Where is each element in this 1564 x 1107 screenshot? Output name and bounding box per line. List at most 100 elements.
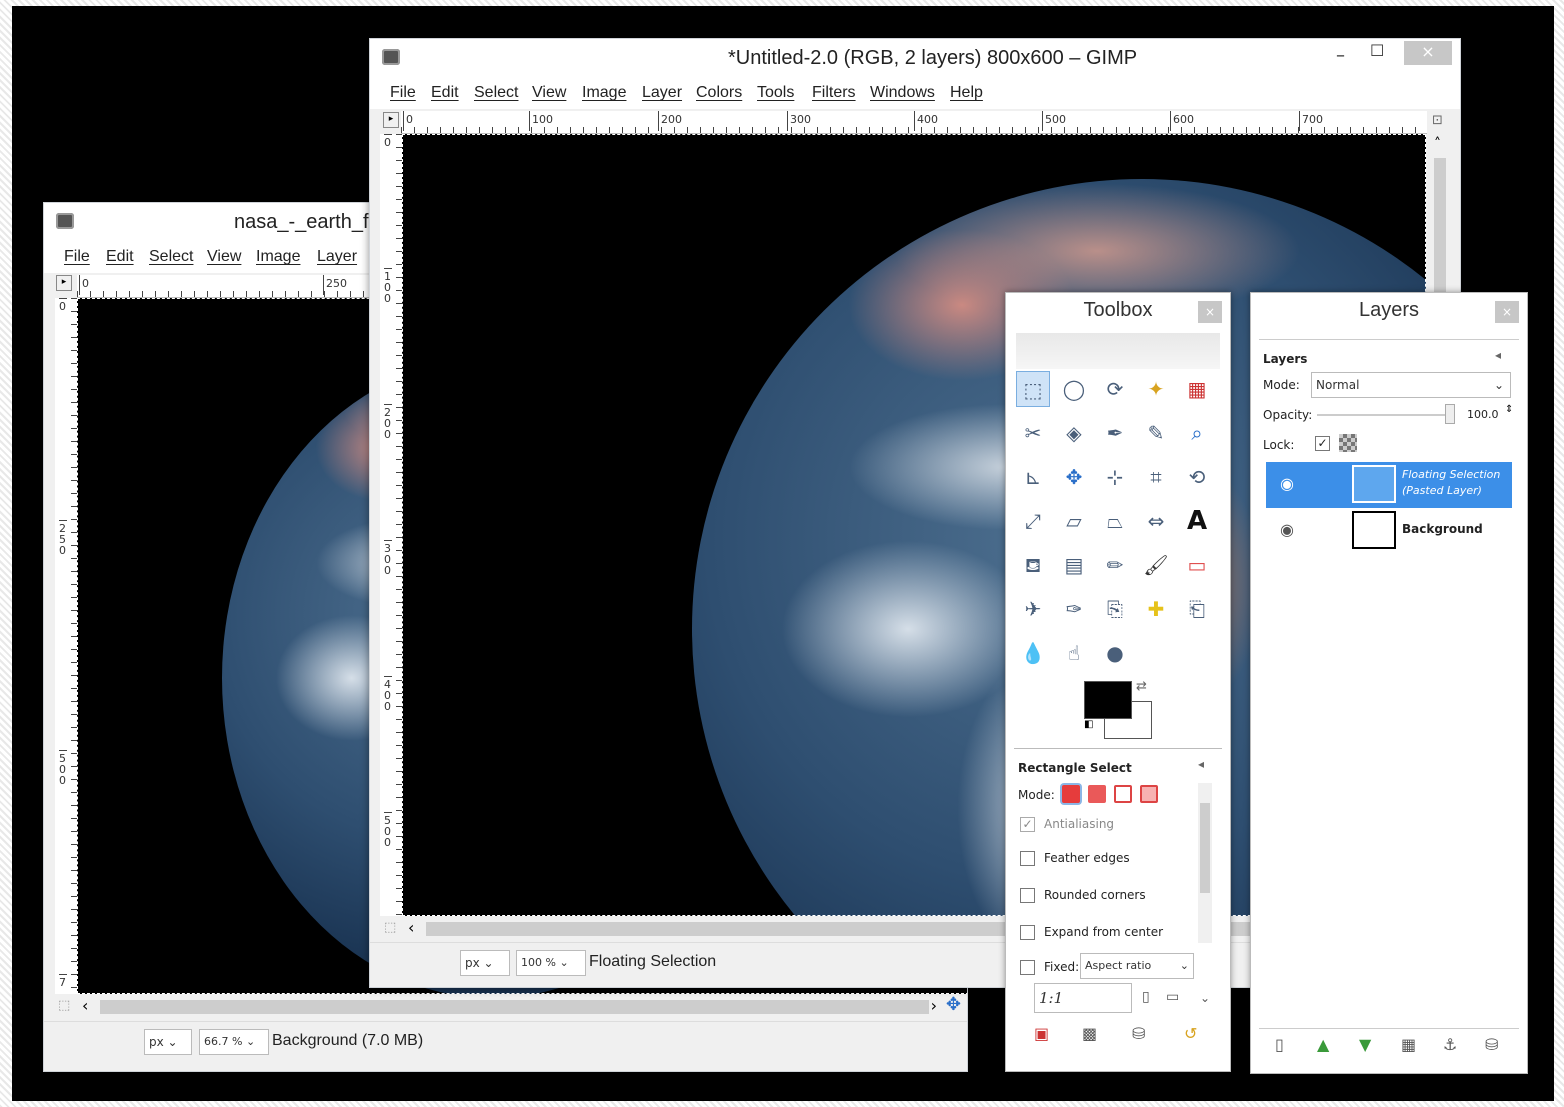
fixed-select[interactable]: Aspect ratio ⌄ — [1080, 953, 1194, 979]
reset-options-icon[interactable]: ↺ — [1184, 1024, 1197, 1043]
raise-layer-icon[interactable]: ▲ — [1317, 1035, 1329, 1054]
paths-tool-icon[interactable]: ✒ — [1098, 415, 1132, 451]
scroll-left-icon[interactable]: ‹ — [408, 918, 414, 937]
unit-select[interactable]: px ⌄ — [144, 1029, 192, 1055]
mode-intersect-button[interactable] — [1140, 785, 1158, 803]
scroll-up-icon[interactable]: ˄ — [1434, 136, 1441, 152]
titlebar[interactable]: *Untitled-2.0 (RGB, 2 layers) 800x600 – … — [370, 39, 1460, 77]
opacity-spin-icon[interactable]: ⇕ — [1505, 404, 1513, 415]
zoom-tool-icon[interactable]: ⌕ — [1180, 415, 1214, 451]
default-colors-icon[interactable]: ◧ — [1084, 719, 1093, 730]
close-button[interactable]: × — [1198, 301, 1222, 323]
menu-select[interactable]: Select — [474, 84, 518, 102]
duplicate-layer-icon[interactable]: ▦ — [1401, 1035, 1416, 1054]
close-button[interactable]: × — [1495, 301, 1519, 323]
layer-mode-select[interactable]: Normal ⌄ — [1311, 372, 1511, 398]
lock-pixels-checkbox[interactable]: ✓ — [1315, 436, 1330, 451]
delete-layer-icon[interactable]: ⛁ — [1485, 1035, 1498, 1054]
minimize-button[interactable]: – — [1336, 45, 1345, 66]
measure-tool-icon[interactable]: ⊾ — [1016, 459, 1050, 495]
rect-select-tool-icon[interactable]: ⬚ — [1016, 371, 1050, 407]
configure-tab-icon[interactable]: ◂ — [1198, 757, 1204, 771]
rounded-corners-checkbox[interactable] — [1020, 888, 1035, 903]
antialiasing-checkbox[interactable]: ✓ — [1020, 817, 1035, 832]
menu-colors[interactable]: Colors — [696, 84, 742, 102]
mode-add-button[interactable] — [1088, 785, 1106, 803]
navigate-icon[interactable]: ⬚ — [384, 920, 396, 935]
lower-layer-icon[interactable]: ▼ — [1359, 1035, 1371, 1054]
menu-windows[interactable]: Windows — [870, 84, 935, 102]
navigate-icon[interactable]: ⬚ — [58, 998, 70, 1013]
scissors-tool-icon[interactable]: ✂ — [1016, 415, 1050, 451]
pencil-tool-icon[interactable]: ✏ — [1098, 547, 1132, 583]
restore-options-icon[interactable]: ▩ — [1082, 1024, 1097, 1043]
opacity-slider-handle[interactable] — [1445, 404, 1455, 424]
color-select-tool-icon[interactable]: ▦ — [1180, 371, 1214, 407]
scroll-right-icon[interactable]: › — [931, 996, 937, 1015]
mode-replace-button[interactable] — [1062, 785, 1080, 803]
layer-row[interactable]: ◉ Floating Selection (Pasted Layer) — [1266, 462, 1512, 508]
menu-edit[interactable]: Edit — [431, 84, 459, 102]
options-scrollbar[interactable] — [1198, 783, 1212, 943]
shear-tool-icon[interactable]: ▱ — [1057, 503, 1091, 539]
portrait-icon[interactable]: ▯ — [1142, 989, 1150, 1005]
zoom-fit-icon[interactable]: ⊡ — [1432, 113, 1443, 128]
layer-name[interactable]: Floating Selection — [1402, 468, 1500, 481]
visibility-eye-icon[interactable]: ◉ — [1280, 520, 1294, 539]
dodge-burn-tool-icon[interactable]: ● — [1098, 635, 1132, 671]
perspective-tool-icon[interactable]: ⏢ — [1098, 503, 1132, 539]
mode-subtract-button[interactable] — [1114, 785, 1132, 803]
foreground-select-tool-icon[interactable]: ◈ — [1057, 415, 1091, 451]
options-scrollbar-thumb[interactable] — [1200, 803, 1210, 893]
swap-colors-icon[interactable]: ⇄ — [1136, 679, 1147, 694]
expand-from-center-checkbox[interactable] — [1020, 925, 1035, 940]
fuzzy-select-tool-icon[interactable]: ✦ — [1139, 371, 1173, 407]
lock-alpha-icon[interactable] — [1339, 434, 1357, 452]
text-tool-icon[interactable]: A — [1180, 503, 1214, 539]
menu-select[interactable]: Select — [149, 248, 193, 266]
close-button[interactable]: × — [1404, 41, 1452, 65]
ink-tool-icon[interactable]: ✑ — [1057, 591, 1091, 627]
blend-tool-icon[interactable]: ▤ — [1057, 547, 1091, 583]
free-select-tool-icon[interactable]: ⟳ — [1098, 371, 1132, 407]
smudge-tool-icon[interactable]: ☝ — [1057, 635, 1091, 671]
menu-layer[interactable]: Layer — [642, 84, 682, 102]
unit-select[interactable]: px ⌄ — [460, 950, 510, 976]
color-picker-tool-icon[interactable]: ✎ — [1139, 415, 1173, 451]
configure-tab-icon[interactable]: ◂ — [1495, 348, 1501, 362]
chevron-down-icon[interactable]: ⌄ — [1200, 991, 1210, 1005]
ruler-corner-button[interactable]: ▸ — [383, 112, 399, 128]
scroll-left-icon[interactable]: ‹ — [82, 996, 88, 1015]
heal-tool-icon[interactable]: ✚ — [1139, 591, 1173, 627]
delete-options-icon[interactable]: ⛁ — [1132, 1024, 1145, 1043]
zoom-select[interactable]: 100 % ⌄ — [516, 950, 586, 976]
menu-file[interactable]: File — [64, 248, 90, 266]
menu-image[interactable]: Image — [582, 84, 626, 102]
menu-view[interactable]: View — [207, 248, 241, 266]
flip-tool-icon[interactable]: ⇔ — [1139, 503, 1173, 539]
menu-tools[interactable]: Tools — [757, 84, 794, 102]
zoom-select[interactable]: 66.7 % ⌄ — [199, 1029, 269, 1055]
scale-tool-icon[interactable]: ⤢ — [1016, 503, 1050, 539]
airbrush-tool-icon[interactable]: ✈ — [1016, 591, 1050, 627]
menu-layer[interactable]: Layer — [317, 248, 357, 266]
anchor-layer-icon[interactable]: ⚓ — [1443, 1035, 1457, 1054]
align-tool-icon[interactable]: ⊹ — [1098, 459, 1132, 495]
menu-edit[interactable]: Edit — [106, 248, 134, 266]
fixed-checkbox[interactable] — [1020, 960, 1035, 975]
ellipse-select-tool-icon[interactable]: ◯ — [1057, 371, 1091, 407]
opacity-slider[interactable] — [1317, 414, 1451, 416]
new-layer-icon[interactable]: ▯ — [1275, 1035, 1284, 1054]
move-tool-icon[interactable]: ✥ — [1057, 459, 1091, 495]
maximize-button[interactable]: ☐ — [1370, 41, 1384, 60]
layer-name[interactable]: Background — [1402, 522, 1483, 536]
menu-file[interactable]: File — [390, 84, 416, 102]
menu-filters[interactable]: Filters — [812, 84, 856, 102]
opacity-value[interactable]: 100.0 — [1467, 408, 1499, 421]
feather-edges-checkbox[interactable] — [1020, 851, 1035, 866]
rotate-tool-icon[interactable]: ⟲ — [1180, 459, 1214, 495]
horizontal-scrollbar[interactable]: ⬚ ‹ › ✥ — [44, 994, 967, 1020]
blur-tool-icon[interactable]: 💧 — [1016, 635, 1050, 671]
perspective-clone-tool-icon[interactable]: ⎗ — [1180, 591, 1214, 627]
layer-row[interactable]: ◉ Background — [1266, 508, 1512, 554]
